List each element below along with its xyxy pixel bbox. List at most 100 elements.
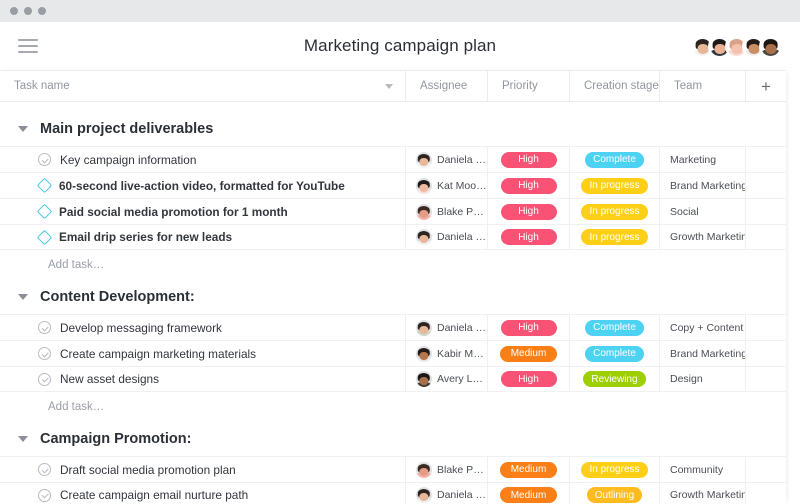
chevron-down-icon[interactable] [385,83,393,89]
cell-assignee[interactable]: Blake Pham [406,457,488,482]
cell-team[interactable]: Brand Marketing [660,173,746,198]
check-circle-icon[interactable] [38,372,51,386]
caret-down-icon[interactable] [18,294,28,300]
stage-badge: Complete [585,319,644,336]
team-name: Design [670,373,703,385]
cell-priority[interactable]: High [488,315,570,340]
cell-team[interactable]: Design [660,367,746,391]
table-row[interactable]: Paid social media promotion for 1 month B… [0,198,786,224]
cell-task-name[interactable]: 60-second live-action video, formatted f… [0,173,406,198]
cell-assignee[interactable]: Blake Pham [406,199,488,224]
cell-task-name[interactable]: Develop messaging framework [0,315,406,340]
cell-creation-stage[interactable]: In progress [570,457,660,482]
cell-priority[interactable]: High [488,199,570,224]
table-row[interactable]: New asset designs Avery Lomax High Reviewin… [0,366,786,392]
add-task-button[interactable]: Add task… [0,250,786,280]
cell-priority[interactable]: High [488,225,570,249]
cell-task-name[interactable]: Key campaign information [0,147,406,172]
check-circle-icon[interactable] [38,488,51,502]
caret-down-icon[interactable] [18,126,28,132]
assignee-name: Blake Pham [437,205,487,218]
cell-creation-stage[interactable]: In progress [570,173,660,198]
column-header-creation-stage[interactable]: Creation stage [570,71,660,101]
avatar-face [416,346,432,362]
cell-priority[interactable]: Medium [488,483,570,504]
add-column-button[interactable]: + [746,71,786,101]
table-row[interactable]: Develop messaging framework Daniela Var… H… [0,314,786,340]
table-row[interactable]: Create campaign email nurture path Daniel… [0,482,786,504]
cell-assignee[interactable]: Daniela Var… [406,225,488,249]
cell-creation-stage[interactable]: In progress [570,225,660,249]
section-header[interactable]: Content Development: [0,280,786,314]
column-header-task-name-label: Task name [14,80,70,92]
cell-creation-stage[interactable]: Complete [570,341,660,366]
cell-assignee[interactable]: Kabir Madan [406,341,488,366]
window-maximize-button[interactable] [38,7,46,15]
cell-task-name[interactable]: Email drip series for new leads [0,225,406,249]
cell-creation-stage[interactable]: Complete [570,315,660,340]
assignee-name: Avery Lomax [437,373,487,385]
cell-task-name[interactable]: New asset designs [0,367,406,391]
cell-task-name[interactable]: Draft social media promotion plan [0,457,406,482]
cell-team[interactable]: Growth Marketing [660,225,746,249]
table-row[interactable]: Email drip series for new leads Daniela V… [0,224,786,250]
cell-creation-stage[interactable]: Reviewing [570,367,660,391]
cell-team[interactable]: Brand Marketing [660,341,746,366]
hamburger-icon[interactable] [18,39,38,53]
milestone-diamond-icon[interactable] [36,177,53,194]
cell-creation-stage[interactable]: Outlining [570,483,660,504]
avatar[interactable] [759,34,782,58]
cell-priority[interactable]: Medium [488,341,570,366]
cell-team[interactable]: Copy + Content [660,315,746,340]
cell-task-name[interactable]: Create campaign marketing materials [0,341,406,366]
cell-priority[interactable]: High [488,173,570,198]
cell-team[interactable]: Growth Marketing [660,483,746,504]
cell-assignee[interactable]: Daniela Var… [406,147,488,172]
cell-task-name[interactable]: Paid social media promotion for 1 month [0,199,406,224]
check-circle-icon[interactable] [38,153,51,166]
task-name-label: Create campaign email nurture path [60,488,249,502]
task-table: Task name Assignee Priority Creation sta… [0,70,786,504]
cell-priority[interactable]: Medium [488,457,570,482]
avatar [416,371,432,387]
cell-empty [746,457,786,482]
column-header-assignee[interactable]: Assignee [406,71,488,101]
team-name: Community [670,463,724,476]
cell-priority[interactable]: High [488,147,570,172]
table-row[interactable]: 60-second live-action video, formatted f… [0,172,786,198]
column-header-priority[interactable]: Priority [488,71,570,101]
section-header[interactable]: Main project deliverables [0,112,786,146]
member-avatar-stack[interactable] [691,34,782,58]
table-row[interactable]: Create campaign marketing materials Kabir… [0,340,786,366]
cell-assignee[interactable]: Kat Mooney [406,173,488,198]
check-circle-icon[interactable] [38,463,51,476]
cell-assignee[interactable]: Avery Lomax [406,367,488,391]
check-circle-icon[interactable] [38,347,51,360]
cell-team[interactable]: Social [660,199,746,224]
cell-assignee[interactable]: Daniela Var… [406,483,488,504]
cell-assignee[interactable]: Daniela Var… [406,315,488,340]
column-header-team[interactable]: Team [660,71,746,101]
table-row[interactable]: Key campaign information Daniela Var… High… [0,146,786,172]
table-header-row: Task name Assignee Priority Creation sta… [0,70,786,102]
cell-creation-stage[interactable]: In progress [570,199,660,224]
cell-priority[interactable]: High [488,367,570,391]
cell-team[interactable]: Marketing [660,147,746,172]
table-row[interactable]: Draft social media promotion plan Blake P… [0,456,786,482]
window-minimize-button[interactable] [24,7,32,15]
stage-badge: In progress [581,203,648,220]
window-close-button[interactable] [10,7,18,15]
priority-badge: Medium [499,345,558,362]
milestone-diamond-icon[interactable] [36,203,53,220]
cell-creation-stage[interactable]: Complete [570,147,660,172]
add-task-button[interactable]: Add task… [0,392,786,422]
cell-team[interactable]: Community [660,457,746,482]
section-header[interactable]: Campaign Promotion: [0,422,786,456]
sections-container: Main project deliverables Key campaign in… [0,112,786,504]
check-circle-icon[interactable] [38,321,51,334]
caret-down-icon[interactable] [18,436,28,442]
column-header-task-name[interactable]: Task name [0,71,406,101]
stage-badge: Reviewing [583,371,646,387]
milestone-diamond-icon[interactable] [36,229,53,245]
cell-task-name[interactable]: Create campaign email nurture path [0,483,406,504]
